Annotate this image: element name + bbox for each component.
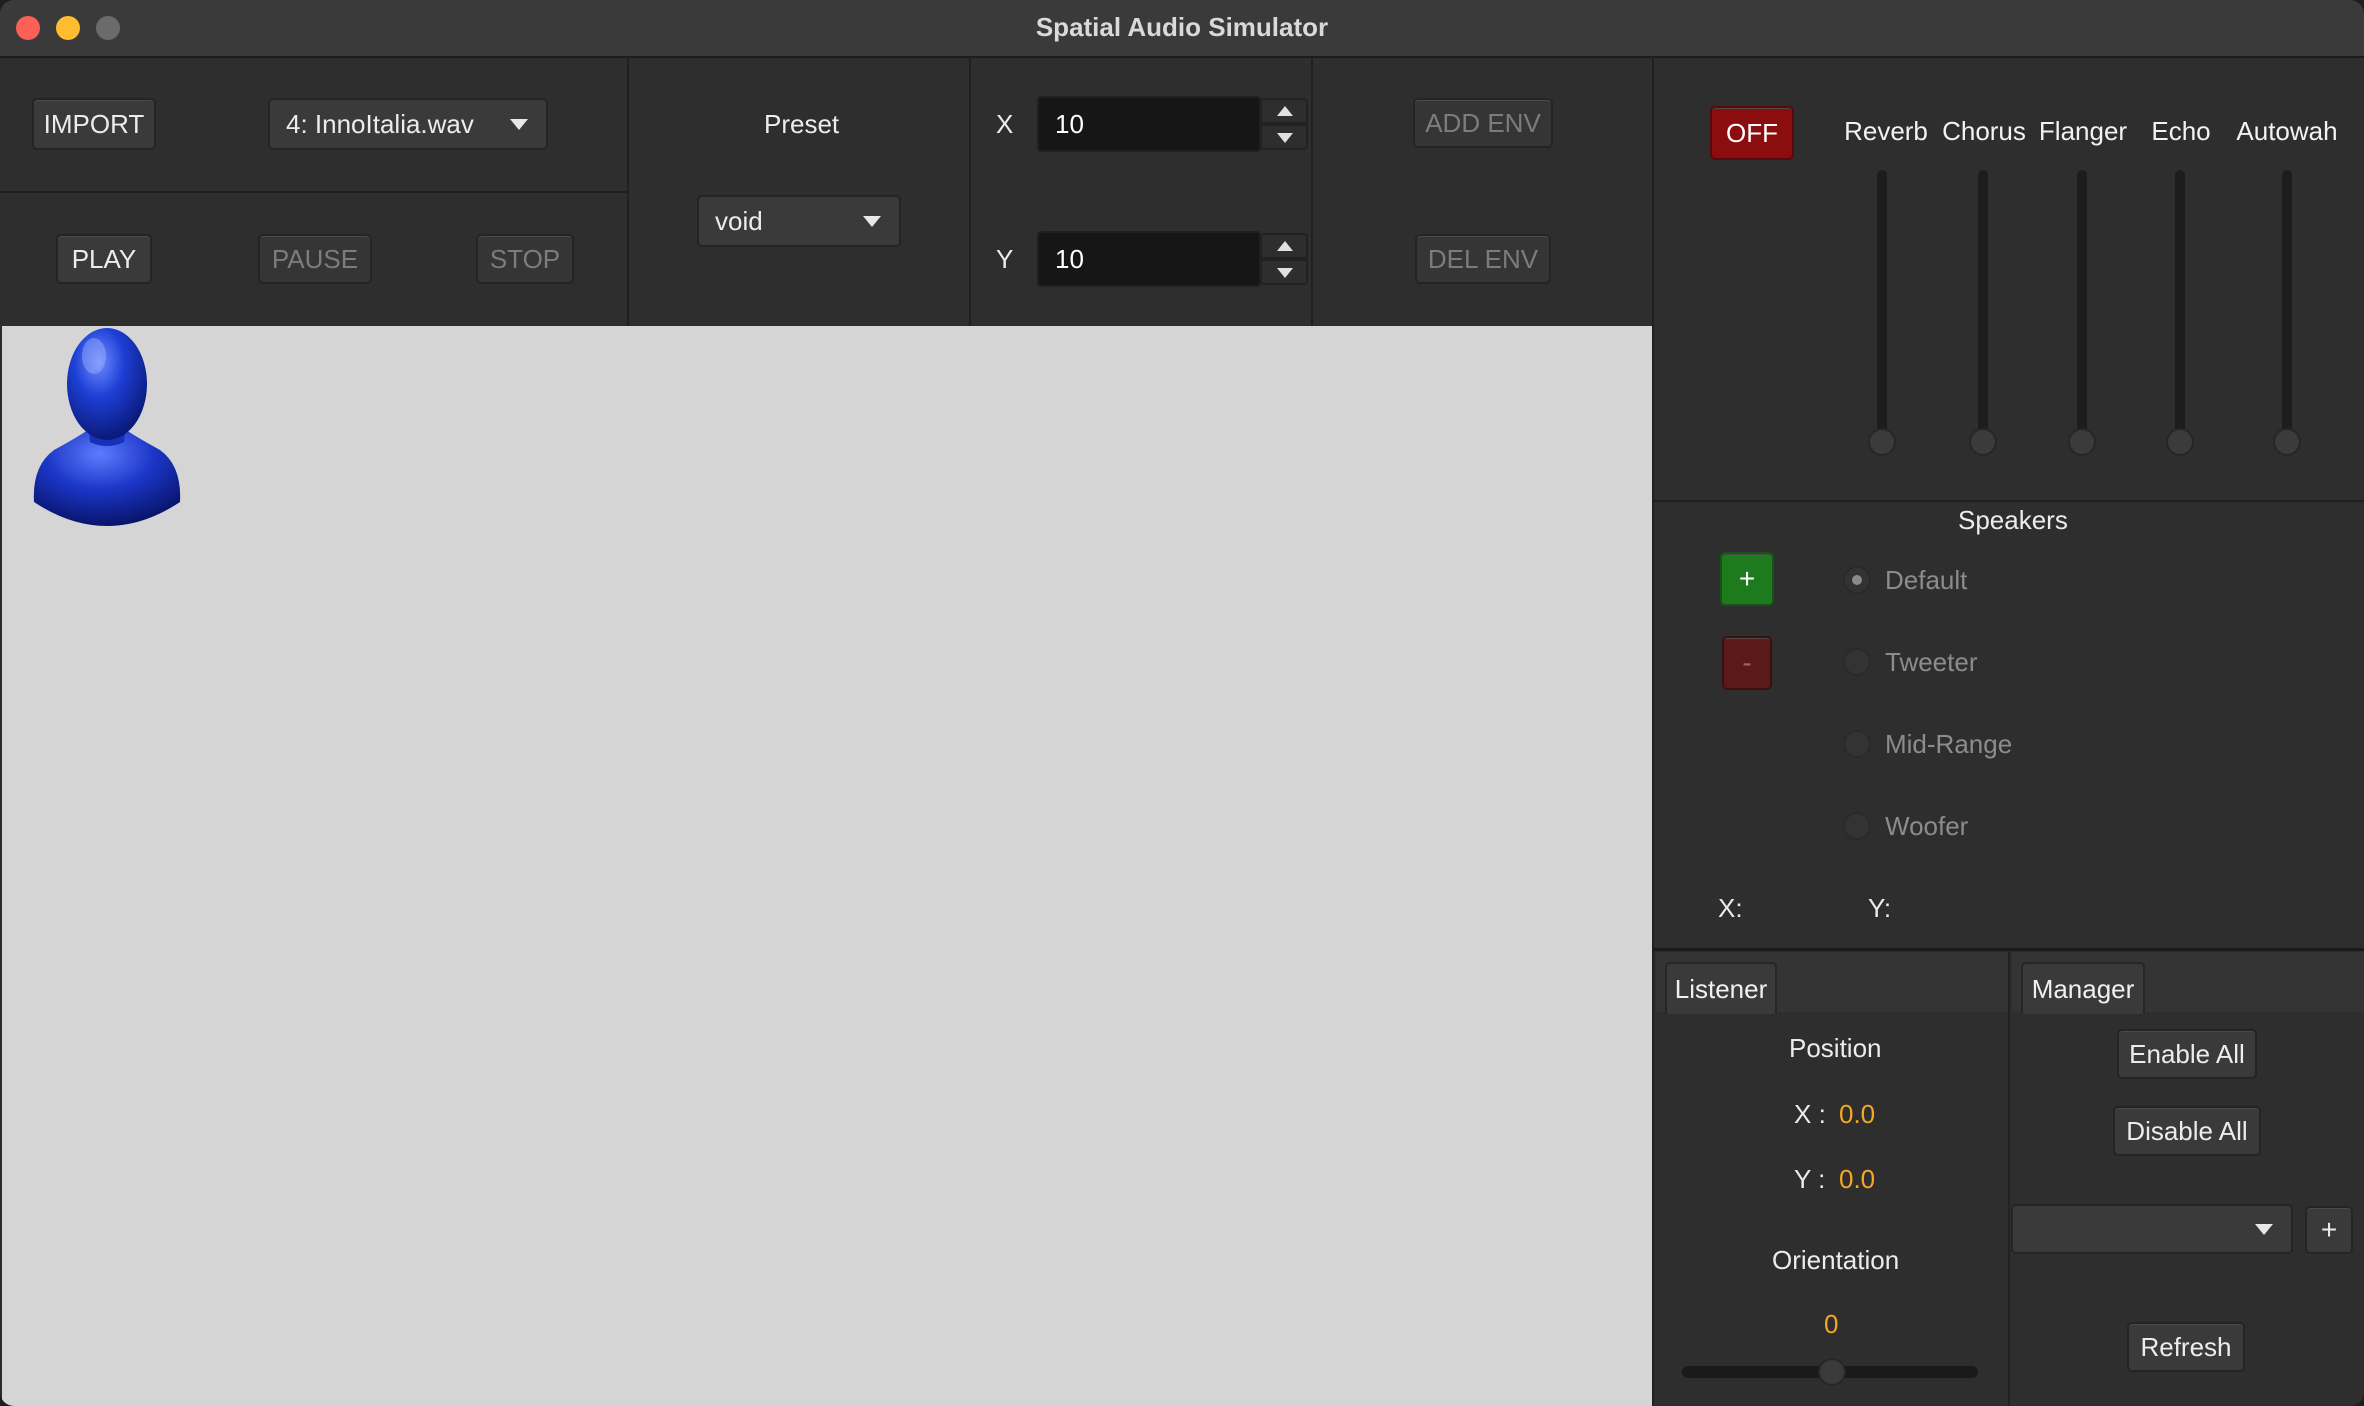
env-x-label: X	[996, 109, 1014, 139]
listener-x-value: 0.0	[1839, 1099, 1876, 1129]
chorus-slider-knob[interactable]	[1969, 428, 1997, 456]
enable-all-button[interactable]: Enable All	[2117, 1029, 2257, 1079]
listener-y-label: Y :	[1794, 1164, 1826, 1194]
echo-slider-knob[interactable]	[2166, 428, 2194, 456]
speaker-radio-mid-range[interactable]	[1843, 730, 1871, 758]
listener-orientation-value: 0	[1824, 1309, 1839, 1339]
listener-position-title: Position	[1789, 1033, 1882, 1063]
chevron-down-icon	[510, 119, 528, 130]
preset-select[interactable]: void	[697, 195, 901, 247]
speaker-x-label: X:	[1718, 893, 1743, 923]
flanger-slider-knob[interactable]	[2068, 428, 2096, 456]
env-y-increment-button[interactable]	[1260, 233, 1308, 259]
env-x-value: 10	[1055, 108, 1084, 139]
track-select[interactable]: 4: InnoItalia.wav	[268, 98, 548, 150]
env-x-spinner[interactable]: 10	[1037, 96, 1261, 152]
env-y-decrement-button[interactable]	[1260, 259, 1308, 285]
import-button[interactable]: IMPORT	[32, 98, 156, 150]
listener-orientation-title: Orientation	[1772, 1245, 1900, 1275]
tab-divider	[2008, 952, 2010, 1406]
pause-button[interactable]: PAUSE	[258, 234, 372, 284]
chorus-label: Chorus	[1942, 116, 2026, 146]
speaker-option-default: Default	[1885, 565, 1968, 595]
stop-button[interactable]: STOP	[476, 234, 574, 284]
person-bust-icon[interactable]	[24, 326, 190, 526]
echo-label: Echo	[2151, 116, 2211, 146]
title-bar: Spatial Audio Simulator	[0, 0, 2364, 58]
section-divider	[1654, 500, 2364, 502]
toolbar-divider	[1311, 58, 1313, 326]
tab-listener[interactable]: Listener	[1665, 962, 1777, 1014]
tab-manager[interactable]: Manager	[2021, 962, 2145, 1014]
remove-speaker-button[interactable]: -	[1722, 636, 1772, 690]
track-select-value: 4: InnoItalia.wav	[286, 108, 474, 139]
window-title: Spatial Audio Simulator	[1035, 12, 1329, 42]
toolbar-divider	[969, 58, 971, 326]
autowah-slider-knob[interactable]	[2273, 428, 2301, 456]
radio-selected-dot	[1852, 575, 1862, 585]
env-y-value: 10	[1055, 243, 1084, 274]
room-canvas[interactable]	[2, 326, 1652, 1406]
speaker-y-label: Y:	[1868, 893, 1892, 923]
listener-x-label: X :	[1794, 1099, 1826, 1129]
arrow-down-icon	[1277, 133, 1293, 143]
reverb-label: Reverb	[1844, 116, 1928, 146]
speaker-radio-tweeter[interactable]	[1843, 648, 1871, 676]
chevron-down-icon	[2255, 1224, 2273, 1235]
reverb-slider-knob[interactable]	[1868, 428, 1896, 456]
add-env-button[interactable]: ADD ENV	[1413, 98, 1553, 148]
preset-label: Preset	[764, 109, 840, 139]
right-panel-divider	[1652, 58, 1654, 1406]
speaker-radio-default[interactable]	[1843, 566, 1871, 594]
add-speaker-button[interactable]: +	[1720, 552, 1774, 606]
del-env-button[interactable]: DEL ENV	[1415, 234, 1551, 284]
arrow-up-icon	[1277, 241, 1293, 251]
arrow-down-icon	[1277, 268, 1293, 278]
env-x-increment-button[interactable]	[1260, 98, 1308, 124]
toolbar-divider	[0, 191, 628, 193]
arrow-up-icon	[1277, 106, 1293, 116]
env-x-stepper	[1260, 98, 1308, 150]
listener-y-value: 0.0	[1839, 1164, 1876, 1194]
flanger-label: Flanger	[2038, 116, 2128, 146]
env-y-label: Y	[996, 244, 1014, 274]
chevron-down-icon	[863, 216, 881, 227]
autowah-label: Autowah	[2236, 116, 2338, 146]
app-window: Spatial Audio Simulator IMPORT 4: InnoIt…	[0, 0, 2364, 1406]
env-x-decrement-button[interactable]	[1260, 124, 1308, 150]
speaker-option-tweeter: Tweeter	[1885, 647, 1978, 677]
env-y-spinner[interactable]: 10	[1037, 231, 1261, 287]
disable-all-button[interactable]: Disable All	[2113, 1106, 2261, 1156]
play-button[interactable]: PLAY	[56, 234, 152, 284]
speaker-option-mid-range: Mid-Range	[1885, 729, 2013, 759]
manager-add-button[interactable]: +	[2305, 1206, 2353, 1254]
env-y-stepper	[1260, 233, 1308, 285]
speaker-radio-woofer[interactable]	[1843, 812, 1871, 840]
manager-select[interactable]	[2011, 1204, 2293, 1254]
effects-power-toggle[interactable]: OFF	[1710, 106, 1794, 160]
preset-select-value: void	[715, 205, 763, 236]
refresh-button[interactable]: Refresh	[2127, 1322, 2245, 1372]
orientation-slider-knob[interactable]	[1818, 1358, 1846, 1386]
speaker-option-woofer: Woofer	[1885, 811, 1969, 841]
section-divider	[1654, 948, 2364, 951]
speakers-title: Speakers	[1958, 505, 2068, 535]
